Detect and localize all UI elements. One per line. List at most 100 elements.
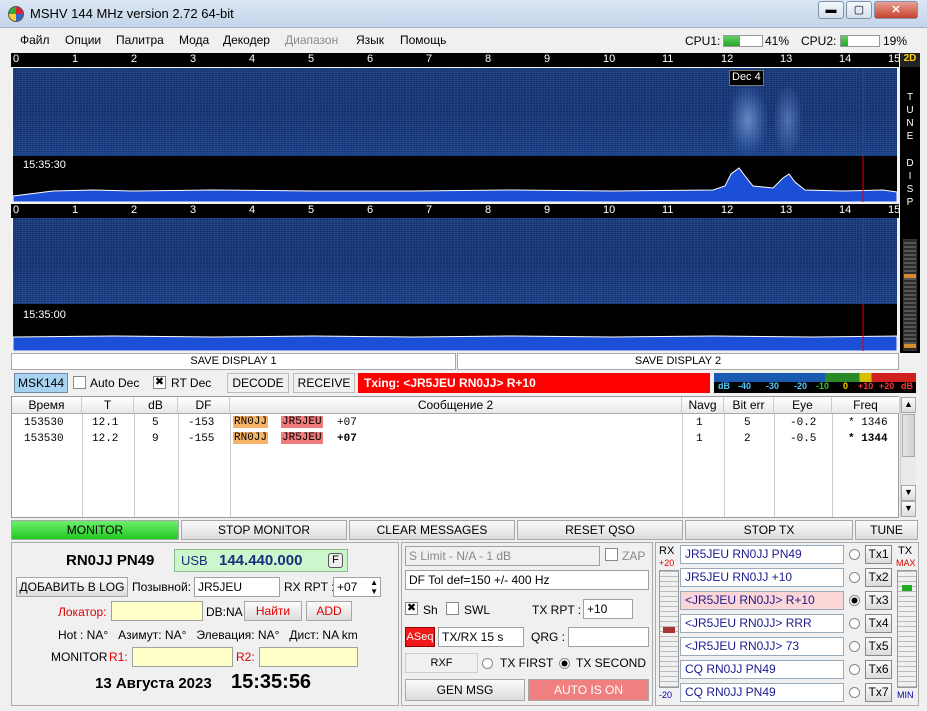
tx-level-slider[interactable] (897, 570, 917, 688)
auto-dec-checkbox[interactable] (73, 376, 86, 389)
mode-msk144[interactable]: MSK144 (14, 373, 68, 393)
rx-rpt-select[interactable]: +07 ▲ ▼ (333, 577, 381, 597)
waterfall-display-1[interactable]: Dec 4 (13, 68, 897, 156)
find-button[interactable]: Найти (244, 601, 302, 621)
sh-checkbox[interactable]: ✖ (405, 602, 418, 615)
maximize-button[interactable]: ▢ (846, 1, 872, 19)
aseq-button[interactable]: ASeq (405, 627, 435, 647)
tx-message-2[interactable]: JR5JEU RN0JJ +10 (680, 568, 844, 587)
menu-help[interactable]: Помощь (400, 33, 446, 47)
col-time[interactable]: Время (12, 397, 82, 414)
col-df[interactable]: DF (178, 397, 230, 414)
rx-level-slider[interactable] (659, 570, 679, 688)
s-limit-field[interactable]: S Limit - N/A - 1 dB (405, 546, 600, 566)
meter-label: -40 (738, 381, 752, 391)
col-navg[interactable]: Navg (682, 397, 724, 414)
r2-input[interactable] (259, 647, 358, 667)
auto-is-on-button[interactable]: AUTO IS ON (528, 679, 649, 701)
tx-message-7[interactable]: CQ RN0JJ PN49 (680, 683, 844, 702)
column-divider (134, 414, 135, 517)
display-slider[interactable] (903, 239, 917, 351)
r1-input[interactable] (132, 647, 233, 667)
spin-icon[interactable]: ▲ ▼ (370, 578, 378, 596)
swl-checkbox[interactable] (446, 602, 459, 615)
zap-checkbox[interactable] (605, 548, 618, 561)
tx-message-3[interactable]: <JR5JEU RN0JJ> R+10 (680, 591, 844, 610)
mode-2d-toggle[interactable]: 2D (900, 53, 920, 67)
col-message[interactable]: Сообщение 2 (230, 397, 682, 414)
scroll-down-2-icon[interactable]: ▼ (901, 501, 916, 517)
gen-msg-button[interactable]: GEN MSG (405, 679, 525, 701)
tx-select-radio-6[interactable] (849, 664, 860, 675)
tx-button-4[interactable]: Tx4 (865, 614, 892, 633)
tx-button-2[interactable]: Tx2 (865, 568, 892, 587)
tx-button-6[interactable]: Tx6 (865, 660, 892, 679)
tx-first-radio[interactable] (482, 658, 493, 669)
menu-options[interactable]: Опции (65, 33, 101, 47)
add-to-log-button[interactable]: ДОБАВИТЬ В LOG (16, 577, 128, 597)
waterfall-display-2[interactable] (13, 218, 897, 304)
tx-message-5[interactable]: <JR5JEU RN0JJ> 73 (680, 637, 844, 656)
menu-palette[interactable]: Палитра (116, 33, 164, 47)
stop-tx-button[interactable]: STOP TX (685, 520, 853, 540)
tx-select-radio-3[interactable] (849, 595, 860, 606)
table-row[interactable]: 153530 12.2 9 -155 RN0JJ JR5JEU +07 1 2 -0.5 * 134… (12, 432, 900, 448)
df-tol-select[interactable]: DF Tol def=150 +/- 400 Hz (405, 570, 649, 590)
col-eye[interactable]: Eye (774, 397, 832, 414)
reset-qso-button[interactable]: RESET QSO (517, 520, 683, 540)
tx-select-radio-2[interactable] (849, 572, 860, 583)
col-t[interactable]: T (82, 397, 134, 414)
tx-message-6[interactable]: CQ RN0JJ PN49 (680, 660, 844, 679)
tx-button-3[interactable]: Tx3 (865, 591, 892, 610)
rt-dec-checkbox[interactable]: ✖ (153, 376, 166, 389)
minimize-button[interactable]: ▬ (818, 1, 844, 19)
tx-slider-knob[interactable] (902, 585, 912, 591)
monitor-label: MONITOR (51, 650, 108, 664)
tx-button-1[interactable]: Tx1 (865, 545, 892, 564)
tx-select-radio-1[interactable] (849, 549, 860, 560)
qrg-input[interactable] (568, 627, 649, 647)
rx-slider-knob[interactable] (663, 627, 675, 633)
tx-button-5[interactable]: Tx5 (865, 637, 892, 656)
save-display-1-button[interactable]: SAVE DISPLAY 1 (11, 353, 456, 370)
menu-file[interactable]: Файл (20, 33, 50, 47)
monitor-button[interactable]: MONITOR (11, 520, 179, 540)
close-button[interactable]: ✕ (874, 1, 918, 19)
menu-language[interactable]: Язык (356, 33, 384, 47)
locator-input[interactable] (111, 601, 203, 621)
save-display-2-button[interactable]: SAVE DISPLAY 2 (457, 353, 899, 370)
table-row[interactable]: 153530 12.1 5 -153 RN0JJ JR5JEU +07 1 5 -0.2 * 134… (12, 416, 900, 432)
f-button[interactable]: F (328, 553, 343, 568)
scroll-thumb[interactable] (902, 414, 915, 457)
tx-button-7[interactable]: Tx7 (865, 683, 892, 702)
stop-monitor-button[interactable]: STOP MONITOR (181, 520, 347, 540)
tune-button[interactable]: TUNE (855, 520, 918, 540)
tx-select-radio-4[interactable] (849, 618, 860, 629)
tx-select-radio-7[interactable] (849, 687, 860, 698)
menu-decoder[interactable]: Декодер (223, 33, 270, 47)
meter-label: -20 (794, 381, 808, 391)
menu-mode[interactable]: Мода (179, 33, 209, 47)
scroll-down-icon[interactable]: ▼ (901, 485, 916, 501)
add-button[interactable]: ADD (306, 601, 352, 621)
msg-call-1: RN0JJ (233, 432, 269, 444)
table-scrollbar[interactable]: ▲ ▼ ▼ (900, 397, 916, 517)
col-freq[interactable]: Freq (832, 397, 900, 414)
tx-message-1[interactable]: JR5JEU RN0JJ PN49 (680, 545, 844, 564)
tx-second-radio[interactable] (559, 658, 570, 669)
scroll-up-icon[interactable]: ▲ (901, 397, 916, 413)
menu-band[interactable]: Диапазон (285, 33, 338, 47)
tx-rpt-select[interactable]: +10 (583, 599, 633, 619)
tx-message-4[interactable]: <JR5JEU RN0JJ> RRR (680, 614, 844, 633)
txrx-period-select[interactable]: TX/RX 15 s (438, 627, 524, 647)
col-biterr[interactable]: Bit err (724, 397, 774, 414)
tx-select-radio-5[interactable] (849, 641, 860, 652)
scale-tick: 5 (308, 53, 315, 65)
call-input[interactable]: JR5JEU (194, 577, 280, 597)
scale-tick: 0 (13, 204, 20, 216)
cpu2-label: CPU2: (801, 34, 837, 48)
zap-label: ZAP (622, 549, 646, 563)
col-db[interactable]: dB (134, 397, 178, 414)
clear-messages-button[interactable]: CLEAR MESSAGES (349, 520, 515, 540)
frequency-display[interactable]: USB 144.440.000 F (174, 549, 348, 572)
